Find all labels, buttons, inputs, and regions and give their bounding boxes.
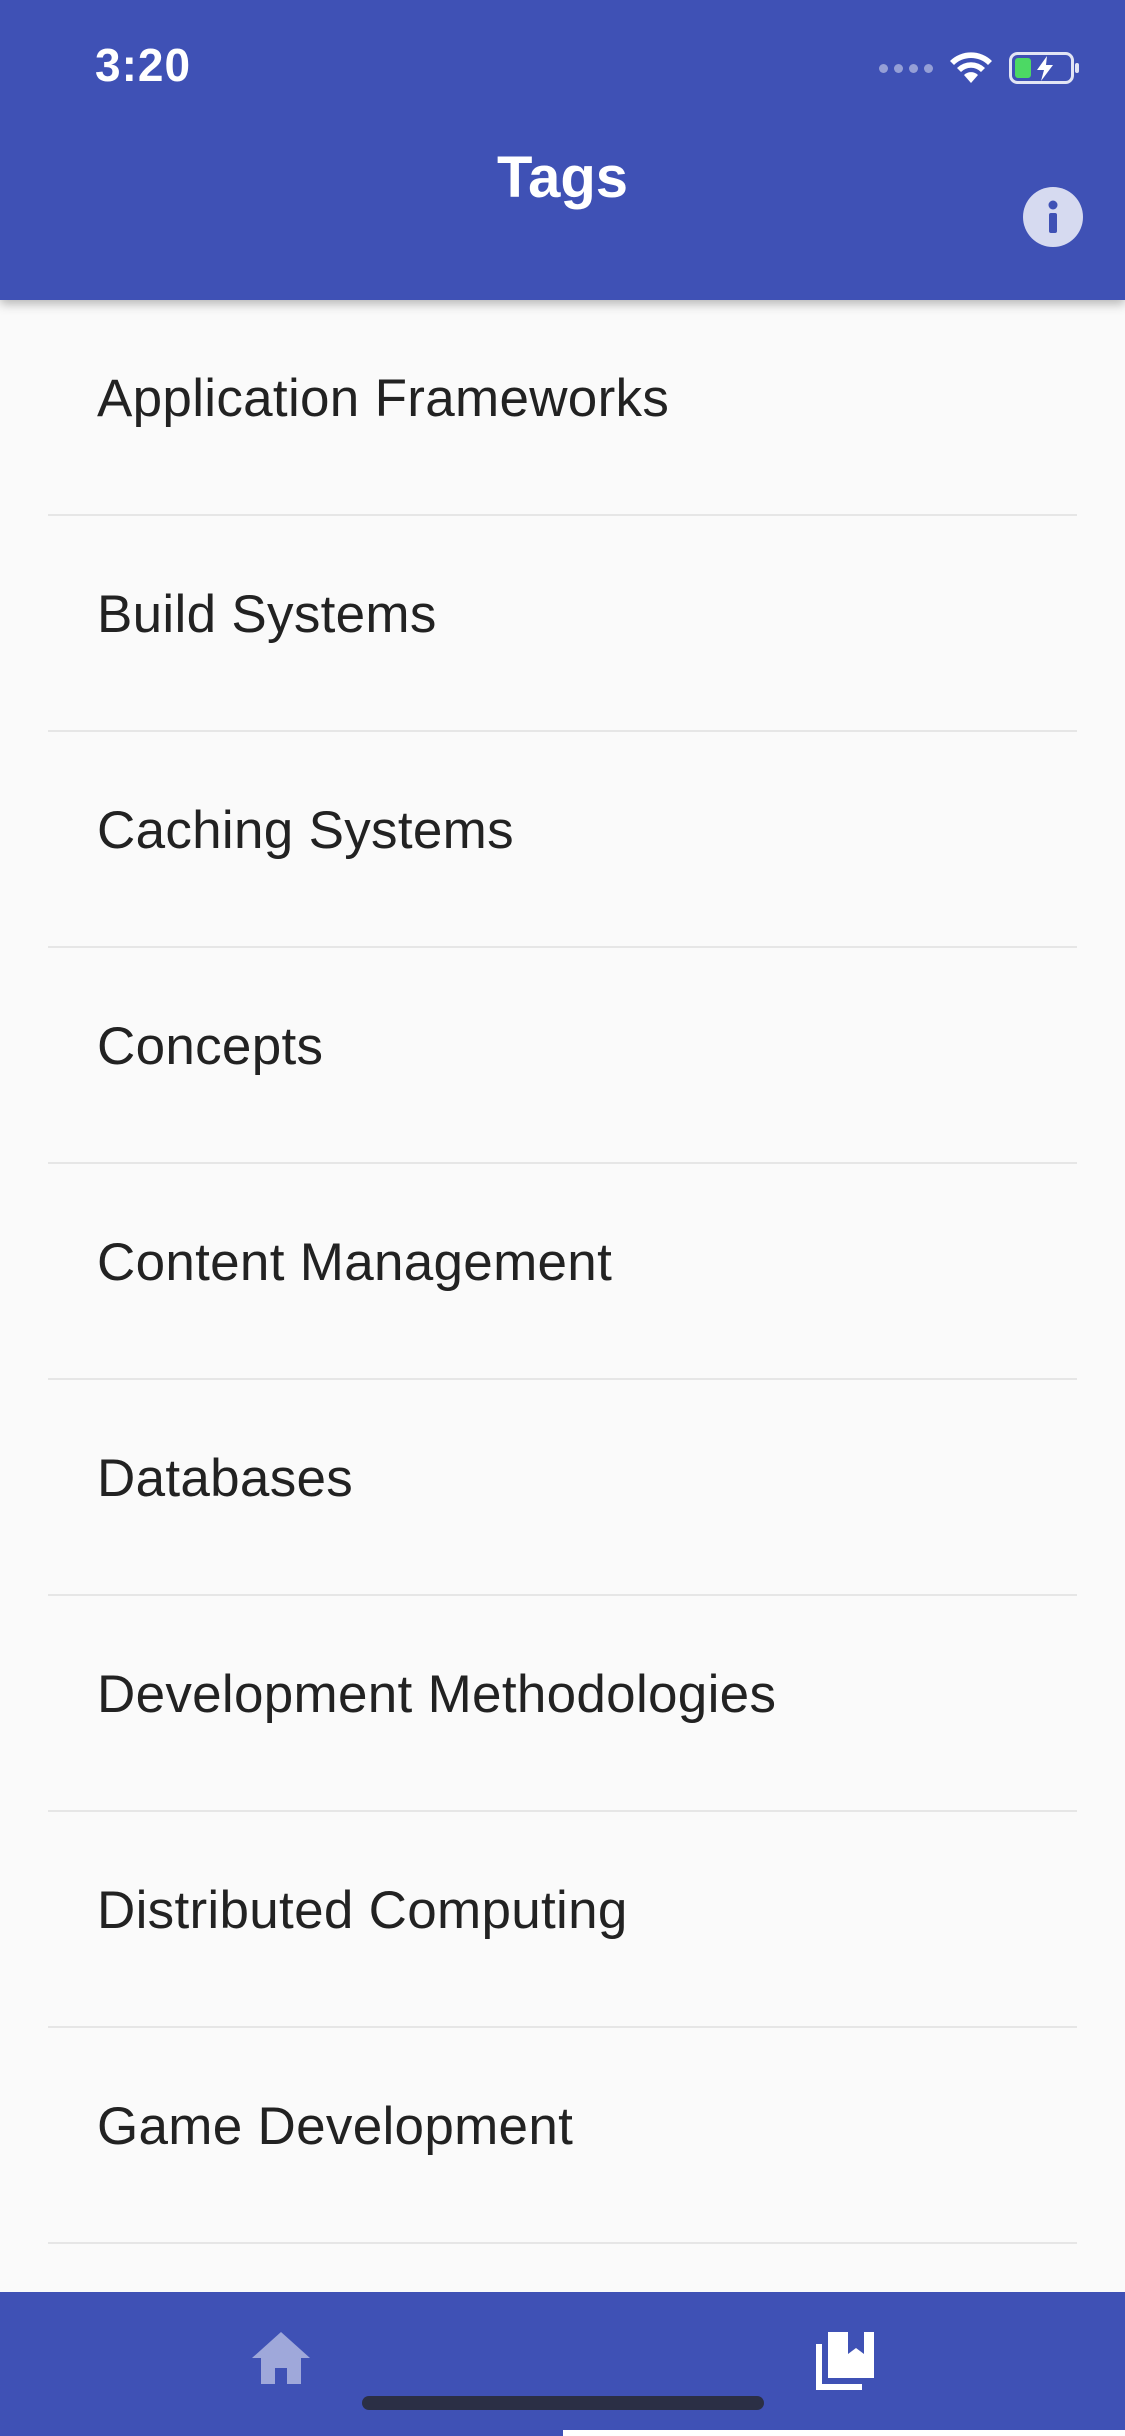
list-item[interactable]: Application Frameworks [0, 300, 1125, 516]
tag-label: Build Systems [97, 584, 437, 644]
page-title: Tags [496, 145, 629, 210]
app-bar: 3:20 Tags [0, 0, 1125, 300]
list-item[interactable]: Game Development [0, 2028, 1125, 2244]
nav-item-home[interactable] [0, 2292, 562, 2436]
divider [48, 2242, 1077, 2244]
list-item[interactable]: Caching Systems [0, 732, 1125, 948]
home-icon [252, 2332, 310, 2384]
selected-tab-indicator [563, 2430, 1125, 2436]
tag-label: Caching Systems [97, 800, 514, 860]
home-indicator-bar[interactable] [362, 2396, 764, 2410]
status-time: 3:20 [95, 39, 192, 91]
list-item[interactable]: Databases [0, 1380, 1125, 1596]
tag-label: Content Management [97, 1232, 613, 1292]
status-indicators [879, 48, 1081, 88]
list-item[interactable]: Distributed Computing [0, 1812, 1125, 2028]
bottom-navigation [0, 2292, 1125, 2436]
list-item[interactable]: Development Methodologies [0, 1596, 1125, 1812]
list-item[interactable]: Concepts [0, 948, 1125, 1164]
tag-label: Concepts [97, 1016, 324, 1076]
tag-label: Distributed Computing [97, 1880, 628, 1940]
tag-list: Application Frameworks Build Systems Cachi… [0, 300, 1125, 2244]
info-icon [1048, 200, 1058, 233]
wifi-icon [950, 52, 992, 83]
tag-label: Databases [97, 1448, 354, 1508]
list-item[interactable]: Build Systems [0, 516, 1125, 732]
cellular-signal-icon [879, 63, 933, 73]
battery-charging-icon [1009, 52, 1079, 84]
list-item[interactable]: Content Management [0, 1164, 1125, 1380]
tag-label: Game Development [97, 2096, 574, 2156]
nav-item-tags[interactable] [563, 2292, 1125, 2436]
bookmarks-icon [816, 2332, 874, 2390]
tag-label: Development Methodologies [97, 1664, 777, 1724]
info-button[interactable] [1023, 187, 1083, 247]
tag-label: Application Frameworks [97, 368, 670, 428]
screen: 3:20 Tags Application Frameworks Build S… [0, 0, 1125, 2436]
